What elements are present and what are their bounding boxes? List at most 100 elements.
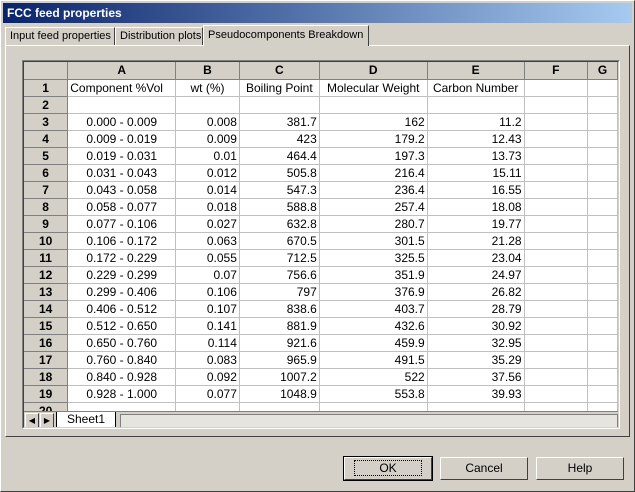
cell-b[interactable]: 0.009 bbox=[175, 130, 240, 148]
cell-e[interactable]: 11.2 bbox=[427, 113, 525, 131]
column-header[interactable]: F bbox=[524, 62, 589, 80]
cell-g[interactable] bbox=[587, 317, 618, 335]
row-header[interactable]: 6 bbox=[24, 164, 69, 182]
cell-c[interactable]: 505.8 bbox=[239, 164, 320, 182]
cell-b[interactable]: 0.008 bbox=[175, 113, 240, 131]
cell-e[interactable]: 28.79 bbox=[427, 300, 525, 318]
cell-d[interactable]: 376.9 bbox=[319, 283, 428, 301]
cell-g[interactable] bbox=[587, 283, 618, 301]
cell-d[interactable]: 162 bbox=[319, 113, 428, 131]
horizontal-scrollbar[interactable] bbox=[120, 414, 618, 427]
cell-c[interactable]: 712.5 bbox=[239, 249, 320, 267]
row-header[interactable]: 14 bbox=[24, 300, 69, 318]
cell-a[interactable]: Component %Vol bbox=[67, 79, 177, 97]
row-header[interactable]: 9 bbox=[24, 215, 69, 233]
cell-e[interactable]: 35.29 bbox=[427, 351, 525, 369]
cell-d[interactable]: 179.2 bbox=[319, 130, 428, 148]
cell-g[interactable] bbox=[587, 130, 618, 148]
column-header[interactable]: E bbox=[427, 62, 525, 80]
tab-pseudocomponents-breakdown[interactable]: Pseudocomponents Breakdown bbox=[203, 25, 369, 46]
cell-g[interactable] bbox=[587, 368, 618, 386]
cell-f[interactable] bbox=[524, 113, 589, 131]
row-header[interactable]: 5 bbox=[24, 147, 69, 165]
cell-c[interactable]: Boiling Point bbox=[239, 79, 320, 97]
row-header[interactable]: 15 bbox=[24, 317, 69, 335]
cell-a[interactable]: 0.928 - 1.000 bbox=[67, 385, 177, 403]
cell-f[interactable] bbox=[524, 283, 589, 301]
cell-d[interactable]: Molecular Weight bbox=[319, 79, 428, 97]
cell-c[interactable]: 921.6 bbox=[239, 334, 320, 352]
cell-g[interactable] bbox=[587, 181, 618, 199]
cell-f[interactable] bbox=[524, 164, 589, 182]
sheet-nav-prev-button[interactable]: ◀ bbox=[25, 413, 39, 427]
cancel-button[interactable]: Cancel bbox=[440, 457, 528, 480]
cell-f[interactable] bbox=[524, 249, 589, 267]
cell-g[interactable] bbox=[587, 215, 618, 233]
cell-e[interactable]: 15.11 bbox=[427, 164, 525, 182]
cell-f[interactable] bbox=[524, 147, 589, 165]
cell-f[interactable] bbox=[524, 317, 589, 335]
cell-a[interactable]: 0.009 - 0.019 bbox=[67, 130, 177, 148]
cell-b[interactable]: 0.092 bbox=[175, 368, 240, 386]
row-header[interactable]: 17 bbox=[24, 351, 69, 369]
cell-a[interactable]: 0.019 - 0.031 bbox=[67, 147, 177, 165]
cell-f[interactable] bbox=[524, 300, 589, 318]
cell-d[interactable]: 432.6 bbox=[319, 317, 428, 335]
column-header[interactable]: G bbox=[587, 62, 618, 80]
cell-b[interactable]: 0.055 bbox=[175, 249, 240, 267]
column-header[interactable]: C bbox=[239, 62, 320, 80]
cell-a[interactable]: 0.760 - 0.840 bbox=[67, 351, 177, 369]
row-header[interactable]: 10 bbox=[24, 232, 69, 250]
cell-g[interactable] bbox=[587, 147, 618, 165]
cell-g[interactable] bbox=[587, 164, 618, 182]
column-header[interactable]: D bbox=[319, 62, 428, 80]
ok-button[interactable]: OK bbox=[343, 456, 433, 481]
cell-e[interactable] bbox=[427, 96, 525, 114]
cell-b[interactable]: 0.077 bbox=[175, 385, 240, 403]
cell-b[interactable]: 0.141 bbox=[175, 317, 240, 335]
cell-e[interactable]: 24.97 bbox=[427, 266, 525, 284]
corner-cell[interactable] bbox=[24, 62, 69, 80]
cell-c[interactable]: 547.3 bbox=[239, 181, 320, 199]
row-header[interactable]: 19 bbox=[24, 385, 69, 403]
sheet-tab[interactable]: Sheet1 bbox=[56, 412, 117, 427]
cell-b[interactable]: wt (%) bbox=[175, 79, 240, 97]
cell-a[interactable]: 0.229 - 0.299 bbox=[67, 266, 177, 284]
row-header[interactable]: 18 bbox=[24, 368, 69, 386]
cell-f[interactable] bbox=[524, 334, 589, 352]
cell-c[interactable]: 756.6 bbox=[239, 266, 320, 284]
cell-g[interactable] bbox=[587, 113, 618, 131]
cell-d[interactable]: 459.9 bbox=[319, 334, 428, 352]
cell-g[interactable] bbox=[587, 351, 618, 369]
tab-input-feed-properties[interactable]: Input feed properties bbox=[5, 27, 115, 45]
cell-b[interactable]: 0.083 bbox=[175, 351, 240, 369]
cell-e[interactable]: 32.95 bbox=[427, 334, 525, 352]
cell-b[interactable] bbox=[175, 96, 240, 114]
cell-b[interactable]: 0.114 bbox=[175, 334, 240, 352]
cell-c[interactable]: 464.4 bbox=[239, 147, 320, 165]
cell-d[interactable]: 522 bbox=[319, 368, 428, 386]
cell-g[interactable] bbox=[587, 79, 618, 97]
cell-d[interactable] bbox=[319, 96, 428, 114]
cell-f[interactable] bbox=[524, 232, 589, 250]
row-header[interactable]: 16 bbox=[24, 334, 69, 352]
cell-b[interactable]: 0.106 bbox=[175, 283, 240, 301]
cell-a[interactable] bbox=[67, 96, 177, 114]
cell-c[interactable]: 965.9 bbox=[239, 351, 320, 369]
cell-e[interactable]: 23.04 bbox=[427, 249, 525, 267]
cell-b[interactable]: 0.012 bbox=[175, 164, 240, 182]
cell-f[interactable] bbox=[524, 181, 589, 199]
cell-d[interactable]: 403.7 bbox=[319, 300, 428, 318]
cell-c[interactable]: 797 bbox=[239, 283, 320, 301]
cell-c[interactable]: 1048.9 bbox=[239, 385, 320, 403]
row-header[interactable]: 4 bbox=[24, 130, 69, 148]
cell-g[interactable] bbox=[587, 249, 618, 267]
cell-e[interactable]: 37.56 bbox=[427, 368, 525, 386]
cell-e[interactable]: 16.55 bbox=[427, 181, 525, 199]
cell-c[interactable]: 670.5 bbox=[239, 232, 320, 250]
cell-g[interactable] bbox=[587, 198, 618, 216]
cell-d[interactable]: 301.5 bbox=[319, 232, 428, 250]
cell-b[interactable]: 0.107 bbox=[175, 300, 240, 318]
cell-f[interactable] bbox=[524, 351, 589, 369]
cell-c[interactable]: 632.8 bbox=[239, 215, 320, 233]
